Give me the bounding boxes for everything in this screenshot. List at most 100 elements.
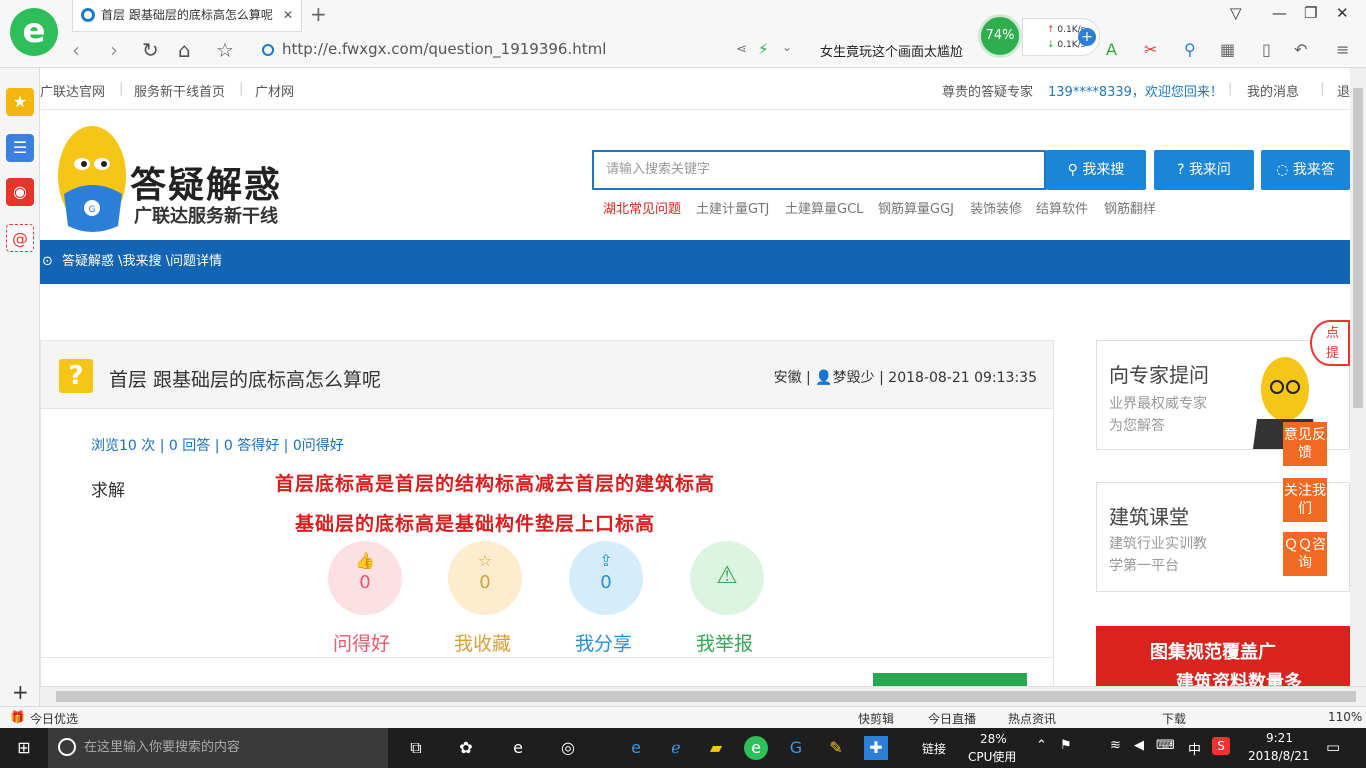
answer-submit-button[interactable] [873,673,1027,686]
ask-button[interactable]: ? 我来问 [1154,150,1254,190]
maximize-button[interactable]: ❐ [1304,4,1317,22]
downloads[interactable]: 下载 [1162,710,1186,727]
action-center-icon[interactable]: ▭ [1326,738,1340,756]
link-guangcai[interactable]: 广材网 [255,81,294,100]
home-icon[interactable]: ⌂ [178,38,191,62]
links-label[interactable]: 链接 [922,740,946,757]
minimize-button[interactable]: — [1272,4,1287,22]
search-tool-icon[interactable]: ⚲ [1184,40,1196,59]
back-icon[interactable]: ‹ [72,38,80,62]
scroll-thumb[interactable] [56,691,1356,702]
live-today[interactable]: 今日直播 [928,710,976,727]
good-question-label[interactable]: 问得好 [333,629,390,656]
chevron-down-icon[interactable]: ⌄ [782,40,792,54]
ime-indicator[interactable]: 中 [1188,739,1201,758]
translate-icon[interactable]: A [1106,40,1117,59]
news-ticker[interactable]: 女生竟玩这个画面太尴尬 [820,41,963,60]
close-tab-icon[interactable]: ✕ [283,0,293,30]
keyboard-icon[interactable]: ⌨ [1156,738,1175,753]
refresh-icon[interactable]: ↻ [142,38,159,62]
ie-icon[interactable]: ℯ [664,736,688,760]
share-label[interactable]: 我分享 [575,629,632,656]
favorite-button[interactable]: ☆ 0 [448,541,522,615]
apps-grid-icon[interactable]: ▦ [1220,40,1235,59]
notification-icon[interactable]: ⚑ [1060,738,1072,753]
undo-icon[interactable]: ↶ [1294,40,1307,59]
bookmark-star-icon[interactable]: ☆ [216,38,234,62]
edge-icon[interactable]: e [624,736,648,760]
breadcrumb-text[interactable]: 答疑解惑 \我来搜 \问题详情 [62,254,222,269]
tray-chevron-icon[interactable]: ⌃ [1036,738,1047,753]
address-bar[interactable]: http://e.fwxgx.com/question_1919396.html [262,40,606,58]
news-list-icon[interactable]: ☰ [6,134,34,162]
report-label[interactable]: 我举报 [696,629,753,656]
feedback-button[interactable]: 意见反馈 [1283,422,1327,466]
browser-e-icon[interactable]: e [506,736,530,760]
zoom-level[interactable]: 110% [1328,710,1362,724]
link-glodon[interactable]: 广联达官网 [40,81,105,100]
hot-tag[interactable]: 湖北常见问题 [603,198,681,217]
good-question-button[interactable]: 👍 0 [328,541,402,615]
browser-active-icon[interactable]: e [744,736,768,760]
clock-time[interactable]: 9:21 [1266,731,1293,745]
app-icon[interactable]: ✚ [864,736,888,760]
screenshot-icon[interactable]: ✂ [1144,40,1157,59]
vertical-scrollbar[interactable] [1350,68,1366,686]
accelerate-icon[interactable]: + [1078,28,1096,46]
clock-date[interactable]: 2018/8/21 [1248,749,1310,763]
mascot-logo[interactable]: G [44,116,134,236]
mail-icon[interactable]: @ [6,224,34,252]
horizontal-scrollbar[interactable] [40,686,1366,706]
weibo-icon[interactable]: ◉ [6,178,34,206]
question-author[interactable]: 梦毁少 [833,370,875,386]
logout-link[interactable]: 退 [1337,81,1350,100]
hot-tag[interactable]: 装饰装修 [970,198,1022,217]
notes-icon[interactable]: ✎ [824,736,848,760]
cpu-meter[interactable]: 74% [978,14,1022,58]
task-view-icon[interactable]: ⧉ [404,736,428,760]
folder-icon[interactable]: ▰ [704,736,728,760]
hot-tag[interactable]: 钢筋算量GGJ [878,198,954,217]
link-service-home[interactable]: 服务新干线首页 [134,81,225,100]
close-window-button[interactable]: ✕ [1336,4,1349,22]
quick-edit[interactable]: 快剪辑 [858,710,894,727]
answer-button[interactable]: ◌ 我来答 [1261,150,1350,190]
my-messages-link[interactable]: 我的消息 [1247,81,1299,100]
hot-tag[interactable]: 土建算量GCL [785,198,863,217]
browser-logo[interactable]: e [10,8,58,56]
qq-consult-button[interactable]: ＱＱ咨询 [1283,532,1327,576]
promo-banner[interactable]: 图集规范覆盖广 建筑资料数量多 [1096,626,1350,686]
favorites-star-icon[interactable]: ★ [6,88,34,116]
wifi-icon[interactable]: ≋ [1110,738,1121,753]
hot-news[interactable]: 热点资讯 [1008,710,1056,727]
user-welcome[interactable]: 139****8339，欢迎您回来！ [1048,81,1223,100]
search-input[interactable]: 请输入搜索关键字 [592,150,1046,190]
share-page-icon[interactable]: ⋖ [736,42,747,57]
report-button[interactable]: ⚠ [690,541,764,615]
follow-button[interactable]: 关注我们 [1283,478,1327,522]
new-tab-button[interactable]: + [310,2,327,26]
app-icon[interactable]: ◎ [556,736,580,760]
browser-tab[interactable]: 首层 跟基础层的底标高怎么算呢 ✕ [72,0,302,32]
speed-icon[interactable]: ⚡ [758,40,769,58]
hot-tag[interactable]: 土建计量GTJ [696,198,769,217]
windows-start-icon[interactable]: ⊞ [12,736,36,760]
sogou-ime-icon[interactable]: S [1212,737,1230,755]
add-sidebar-icon[interactable]: + [12,680,29,704]
taskbar-search[interactable]: 在这里输入你要搜索的内容 [48,728,388,768]
glodon-icon[interactable]: G [784,736,808,760]
ask-bubble[interactable]: 点提问 [1310,320,1350,366]
search-button[interactable]: ⚲ 我来搜 [1046,150,1146,190]
today-picks[interactable]: 今日优选 [30,710,78,727]
hot-tag[interactable]: 钢筋翻样 [1104,198,1156,217]
volume-icon[interactable]: ◀ [1134,738,1144,753]
pin-icon[interactable]: ▽ [1230,4,1242,22]
scroll-thumb[interactable] [1353,88,1363,408]
hot-tag[interactable]: 结算软件 [1036,198,1088,217]
share-button[interactable]: ⇪ 0 [569,541,643,615]
app-icon[interactable]: ✿ [454,736,478,760]
forward-icon[interactable]: › [110,38,118,62]
favorite-label[interactable]: 我收藏 [454,629,511,656]
menu-icon[interactable]: ≡ [1336,40,1349,59]
reader-icon[interactable]: ▯ [1262,40,1271,59]
